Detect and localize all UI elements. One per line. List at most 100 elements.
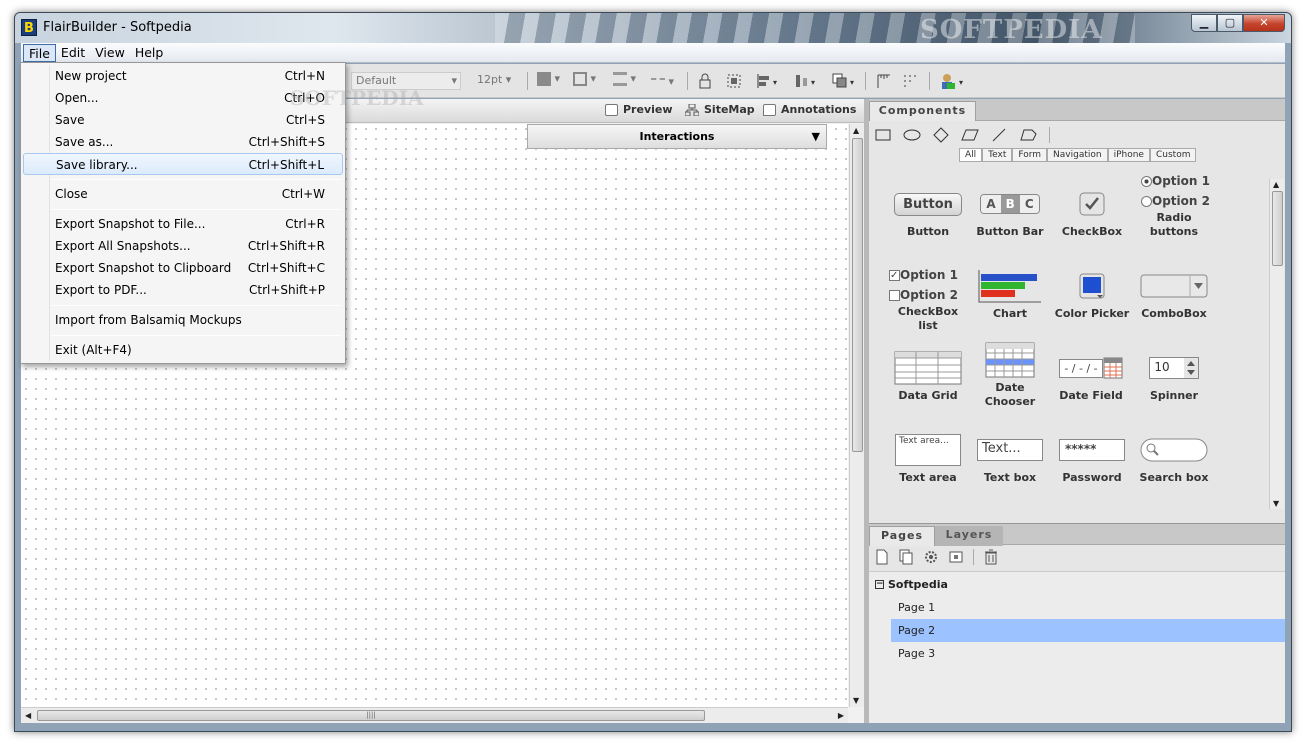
sitemap-tab[interactable]: SiteMap: [685, 103, 755, 116]
trash-icon[interactable]: [984, 549, 998, 565]
menu-item-close[interactable]: Close Ctrl+W: [23, 183, 343, 205]
title-bar[interactable]: B FlairBuilder - Softpedia SOFTPEDIA ▁ ▢…: [15, 13, 1291, 45]
line-style-button[interactable]: ▾: [651, 72, 674, 90]
category-form[interactable]: Form: [1012, 148, 1048, 162]
menu-item-export-all-snapshots[interactable]: Export All Snapshots... Ctrl+Shift+R: [23, 235, 343, 257]
components-scrollbar[interactable]: ▲ ▼: [1269, 179, 1284, 509]
preview-tab[interactable]: Preview: [605, 103, 673, 116]
category-custom[interactable]: Custom: [1149, 148, 1197, 162]
component-date-chooser[interactable]: Date Chooser: [969, 339, 1051, 409]
tab-layers[interactable]: Layers: [935, 526, 1003, 546]
toolbar-separator: [973, 549, 974, 565]
combobox-icon: [1140, 274, 1208, 298]
new-page-icon[interactable]: [875, 549, 889, 565]
annotations-tab[interactable]: Annotations: [763, 103, 856, 116]
menu-item-save[interactable]: Save Ctrl+S: [23, 109, 343, 131]
duplicate-page-icon[interactable]: [899, 549, 913, 565]
component-password[interactable]: ***** Password: [1051, 429, 1133, 485]
menu-item-import-balsamiq[interactable]: Import from Balsamiq Mockups: [23, 309, 343, 331]
maximize-button[interactable]: ▢: [1217, 14, 1243, 32]
category-iphone[interactable]: iPhone: [1107, 148, 1150, 162]
line-weight-button[interactable]: ▾: [613, 72, 636, 90]
menu-help[interactable]: Help: [130, 44, 169, 62]
collapse-icon[interactable]: −: [875, 580, 884, 589]
component-radio-buttons[interactable]: Option 1 Option 2 Radio buttons: [1133, 171, 1215, 239]
component-text-area[interactable]: Text area... Text area: [887, 429, 969, 485]
component-spinner[interactable]: 10 Spinner: [1133, 347, 1215, 403]
scroll-thumb[interactable]: [852, 138, 863, 452]
toolbar-separator: [929, 72, 930, 90]
menu-item-export-pdf[interactable]: Export to PDF... Ctrl+Shift+P: [23, 279, 343, 301]
components-tab[interactable]: Components: [869, 101, 976, 121]
ellipse-shape-icon[interactable]: [903, 129, 921, 141]
menu-item-save-as[interactable]: Save as... Ctrl+Shift+S: [23, 131, 343, 153]
fill-color-button[interactable]: ▾: [537, 72, 560, 90]
menu-edit[interactable]: Edit: [56, 44, 90, 62]
interactions-panel[interactable]: Interactions ▼: [527, 124, 827, 149]
component-label: Text area: [899, 471, 957, 484]
ruler-icon[interactable]: [875, 72, 893, 90]
radio-preview: Option 1 Option 2: [1133, 171, 1215, 211]
menu-item-save-library[interactable]: Save library... Ctrl+Shift+L: [23, 153, 343, 175]
component-label: Button: [906, 225, 950, 238]
settings-icon[interactable]: [923, 549, 939, 565]
minimize-button[interactable]: ▁: [1191, 14, 1217, 32]
arrange-icon[interactable]: ▾: [831, 72, 857, 90]
line-shape-icon[interactable]: [991, 127, 1007, 143]
component-button[interactable]: Button Button: [887, 183, 969, 239]
canvas-horizontal-scrollbar[interactable]: ◀ |||| ▶: [21, 707, 848, 723]
callout-shape-icon[interactable]: [1019, 128, 1037, 142]
menu-separator: [51, 209, 341, 210]
component-button-bar[interactable]: A B C Button Bar: [969, 183, 1051, 239]
scroll-down-icon[interactable]: ▼: [853, 696, 859, 705]
scroll-thumb[interactable]: ||||: [37, 710, 705, 721]
menu-item-new-project[interactable]: New project Ctrl+N: [23, 65, 343, 87]
component-search-box[interactable]: Search box: [1133, 429, 1215, 485]
project-node[interactable]: − Softpedia: [875, 578, 948, 591]
border-button[interactable]: ▾: [573, 72, 596, 90]
triangle-down-icon: ▼: [811, 130, 820, 143]
menu-view[interactable]: View: [90, 44, 130, 62]
component-checkbox[interactable]: CheckBox: [1051, 183, 1133, 239]
scroll-down-icon[interactable]: ▼: [1273, 499, 1279, 508]
category-text[interactable]: Text: [982, 148, 1013, 162]
group-icon[interactable]: [725, 72, 743, 90]
lock-icon[interactable]: [697, 72, 713, 90]
snap-grid-icon[interactable]: [901, 72, 919, 90]
scroll-up-icon[interactable]: ▲: [1273, 180, 1279, 189]
category-all[interactable]: All: [959, 148, 983, 162]
distribute-icon[interactable]: ▾: [793, 72, 819, 90]
page-properties-icon[interactable]: [949, 549, 963, 565]
scroll-right-icon[interactable]: ▶: [838, 711, 844, 720]
component-text-box[interactable]: Text... Text box: [969, 429, 1051, 485]
component-checkbox-list[interactable]: ✓ Option 1 Option 2 CheckBox list: [887, 265, 969, 333]
rectangle-shape-icon[interactable]: [875, 129, 891, 141]
close-button[interactable]: ✕: [1243, 14, 1285, 32]
menu-file[interactable]: File: [23, 43, 56, 62]
component-combobox[interactable]: ComboBox: [1133, 265, 1215, 321]
radio-icon: [1141, 196, 1152, 207]
toolbar-separator: [687, 72, 688, 90]
user-icon[interactable]: ▾: [939, 72, 967, 90]
page-item[interactable]: Page 1: [891, 596, 1285, 619]
tab-pages[interactable]: Pages: [869, 526, 935, 546]
menu-item-exit[interactable]: Exit (Alt+F4): [23, 339, 343, 361]
menu-item-export-snapshot-file[interactable]: Export Snapshot to File... Ctrl+R: [23, 213, 343, 235]
page-item[interactable]: Page 3: [891, 642, 1285, 665]
scroll-thumb[interactable]: [1272, 191, 1283, 266]
parallelogram-shape-icon[interactable]: [961, 129, 979, 141]
canvas-vertical-scrollbar[interactable]: ▲ ▼: [849, 124, 864, 707]
component-data-grid[interactable]: Data Grid: [887, 347, 969, 403]
diamond-shape-icon[interactable]: [933, 127, 949, 143]
align-icon[interactable]: ▾: [755, 72, 781, 90]
component-date-field[interactable]: - / - / - Date Field: [1045, 347, 1137, 403]
menu-item-export-snapshot-clipboard[interactable]: Export Snapshot to Clipboard Ctrl+Shift+C: [23, 257, 343, 279]
page-item-selected[interactable]: Page 2: [891, 619, 1285, 642]
font-size-select[interactable]: 12pt ▾: [477, 72, 517, 90]
scroll-up-icon[interactable]: ▲: [853, 126, 859, 135]
component-color-picker[interactable]: Color Picker: [1051, 265, 1133, 321]
component-chart[interactable]: Chart: [969, 265, 1051, 321]
checkbox-list-preview: ✓ Option 1 Option 2: [889, 268, 958, 302]
scroll-left-icon[interactable]: ◀: [25, 711, 31, 720]
category-navigation[interactable]: Navigation: [1047, 148, 1108, 162]
